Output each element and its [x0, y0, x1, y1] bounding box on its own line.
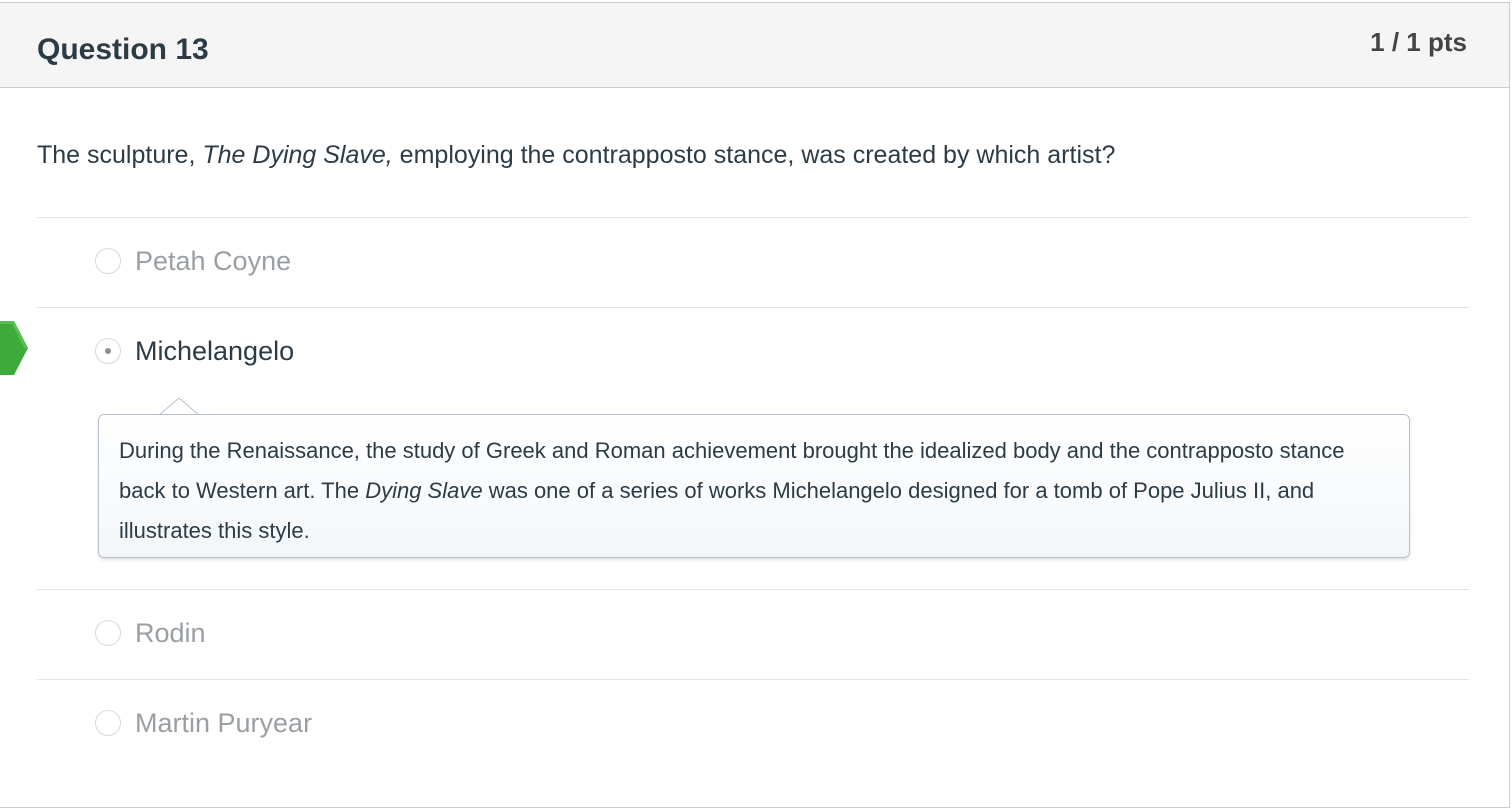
question-card: Question 13 1 / 1 pts The sculpture, The… [0, 2, 1510, 808]
answer-label: Michelangelo [135, 335, 295, 366]
answer-label: Martin Puryear [135, 707, 313, 738]
answer-divider [37, 307, 1469, 308]
radio-button-icon[interactable] [95, 620, 121, 646]
answer-label: Petah Coyne [135, 245, 292, 276]
answer-option-petah-coyne[interactable]: Petah Coyne [95, 244, 291, 278]
answer-comment-box: During the Renaissance, the study of Gre… [98, 414, 1410, 558]
answer-option-rodin[interactable]: Rodin [95, 616, 206, 650]
radio-button-icon[interactable] [95, 710, 121, 736]
comment-text-italic: Dying Slave [365, 478, 483, 503]
question-points: 1 / 1 pts [1370, 27, 1467, 57]
answer-option-martin-puryear[interactable]: Martin Puryear [95, 706, 312, 740]
question-title: Question 13 [37, 33, 209, 66]
answer-divider [37, 679, 1469, 680]
answer-label: Rodin [135, 617, 206, 648]
radio-button-icon[interactable] [95, 248, 121, 274]
answer-comment-text: During the Renaissance, the study of Gre… [119, 431, 1389, 551]
answer-option-michelangelo[interactable]: Michelangelo [95, 334, 294, 368]
answer-divider [37, 217, 1469, 218]
question-text-end: employing the contrapposto stance, was c… [392, 141, 1116, 169]
question-text: The sculpture, The Dying Slave, employin… [37, 141, 1115, 170]
question-text-start: The sculpture, [37, 141, 203, 169]
correct-answer-arrow-icon [0, 321, 28, 375]
answer-divider [37, 589, 1469, 590]
question-text-italic: The Dying Slave, [202, 141, 393, 169]
question-header: Question 13 1 / 1 pts [0, 3, 1509, 88]
radio-button-checked-icon[interactable] [95, 338, 121, 364]
